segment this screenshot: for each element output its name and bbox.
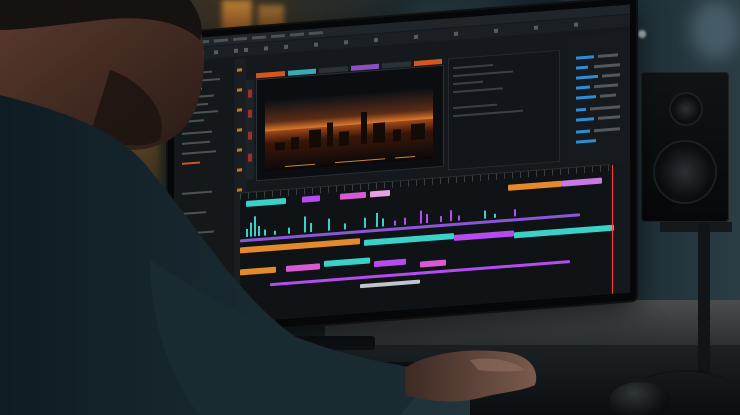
- hand: [405, 350, 537, 402]
- person-silhouette: [0, 0, 537, 415]
- photo-scene: [0, 0, 740, 415]
